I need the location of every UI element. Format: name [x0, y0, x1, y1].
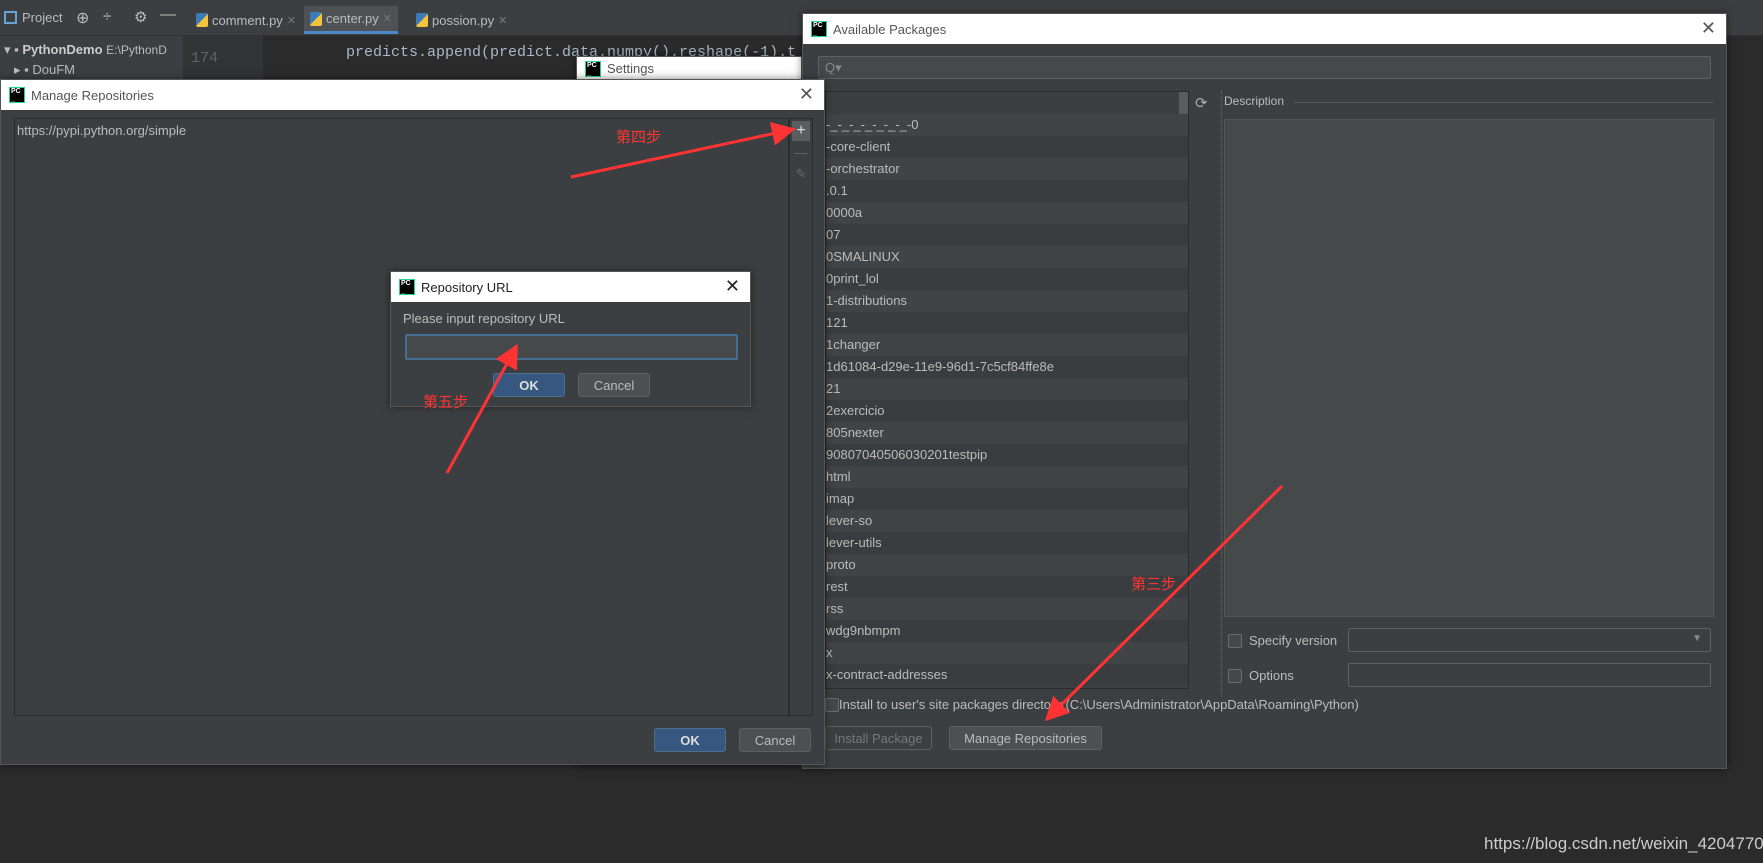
step4-label: 第四步 — [616, 129, 662, 146]
step5-label: 第五步 — [423, 394, 469, 411]
step3-arrow — [1044, 484, 1284, 722]
step4-arrow — [570, 122, 796, 179]
step3-label: 第三步 — [1131, 576, 1177, 593]
watermark: https://blog.csdn.net/weixin_42047706 — [1484, 834, 1763, 853]
annotation-arrows — [445, 122, 1284, 722]
